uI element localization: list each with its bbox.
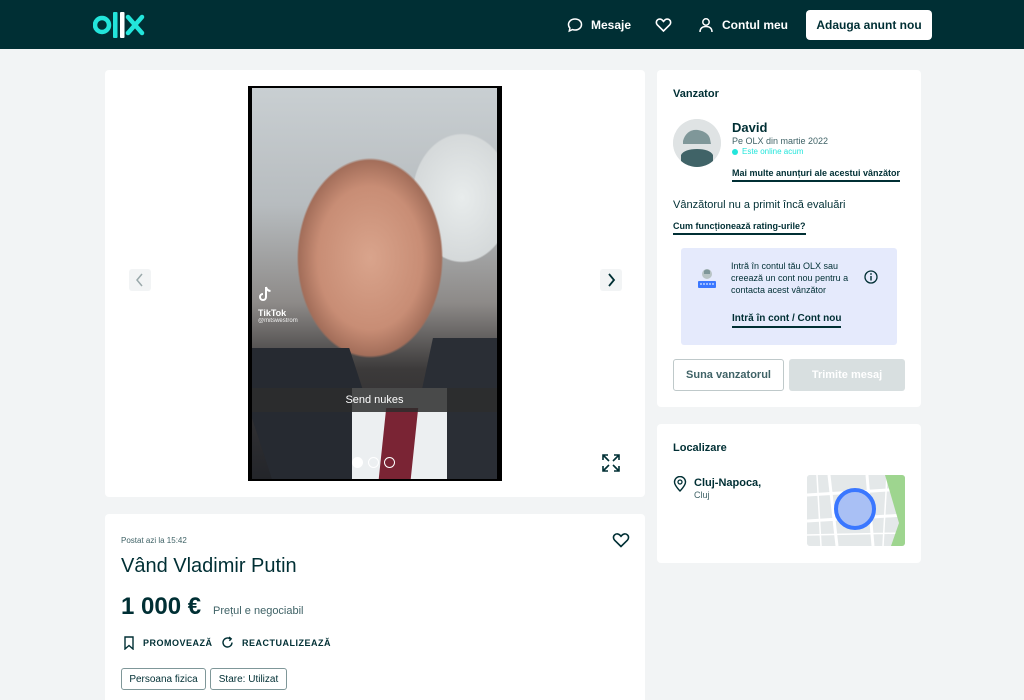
info-icon[interactable] [864,270,878,284]
user-icon [699,18,713,33]
slide-dot-1[interactable] [352,457,363,468]
refresh-label: REACTUALIZEAZĂ [242,637,331,648]
promote-label: PROMOVEAZĂ [143,638,213,648]
top-navigation-bar: Mesaje Contul meu Adauga anunt nou [0,0,1024,49]
tiktok-name: TikTok [258,308,287,318]
seller-section-title: Vanzator [673,88,719,100]
favorites-link[interactable] [655,14,672,36]
rating-info-link[interactable]: Cum funcționează rating-urile? [673,221,806,235]
ad-details: Postat azi la 15:42 Vând Vladimir Putin … [105,514,645,700]
ad-price: 1 000 € [121,593,202,620]
olx-logo[interactable] [93,10,145,40]
slide-dot-2[interactable] [368,457,379,468]
location-region: Cluj [694,490,710,500]
online-status: Este online acum [732,147,803,156]
chevron-right-icon [608,273,616,287]
login-prompt-box: Intră în contul tău OLX sau creează un c… [681,248,897,345]
bookmark-icon [124,636,134,650]
member-since: Pe OLX din martie 2022 [732,136,829,146]
post-ad-button[interactable]: Adauga anunt nou [806,10,932,40]
ad-title: Vând Vladimir Putin [121,555,297,577]
location-map[interactable] [807,475,905,546]
messages-link[interactable]: Mesaje [567,14,631,36]
refresh-button[interactable]: REACTUALIZEAZĂ [221,636,331,649]
listing-photo[interactable]: TikTok @mitswestrom Send nukes [248,86,502,481]
posted-date: Postat azi la 15:42 [121,536,187,545]
tag-seller-type: Persoana fizica [121,668,206,690]
account-illustration-icon [698,269,716,288]
send-message-button[interactable]: Trimite mesaj [789,359,905,391]
location-pin-icon [673,476,687,492]
next-image-button[interactable] [600,269,622,291]
login-link[interactable]: Intră în cont / Cont nou [732,313,842,328]
call-seller-button[interactable]: Suna vanzatorul [673,359,784,391]
seller-card: Vanzator David Pe OLX din martie 2022 Es… [657,70,921,407]
negotiable-label: Prețul e negociabil [213,605,304,617]
chevron-left-icon [136,273,143,287]
tag-condition: Stare: Utilizat [210,668,287,690]
tiktok-handle: @mitswestrom [258,318,298,324]
previous-image-button[interactable] [129,269,151,291]
map-thumbnail [807,475,905,546]
location-city: Cluj-Napoca, [694,477,762,489]
messages-label: Mesaje [591,18,632,32]
image-gallery: TikTok @mitswestrom Send nukes [105,70,645,497]
seller-name: David [732,120,768,135]
photo-content: TikTok @mitswestrom [252,88,497,479]
slide-dot-3[interactable] [384,457,395,468]
account-label: Contul meu [722,18,788,32]
heart-icon [655,18,672,33]
slide-indicator [352,457,395,468]
tiktok-watermark: TikTok @mitswestrom [258,286,298,324]
default-avatar-icon [673,119,721,167]
heart-icon[interactable] [612,531,630,549]
rating-status: Vânzătorul nu a primit încă evaluări [673,199,846,211]
more-ads-link[interactable]: Mai multe anunțuri ale acestui vânzător [732,168,901,182]
photo-caption: Send nukes [252,388,497,412]
fullscreen-icon[interactable] [600,452,622,474]
promote-button[interactable]: PROMOVEAZĂ [123,636,213,650]
refresh-icon [222,636,233,648]
online-dot-icon [732,148,738,155]
account-link[interactable]: Contul meu [698,14,788,36]
login-prompt-text: Intră în contul tău OLX sau creează un c… [731,261,849,295]
location-card: Localizare Cluj-Napoca, Cluj [657,424,921,563]
tiktok-logo-icon [259,286,271,301]
avatar[interactable] [673,119,721,167]
chat-bubble-icon [567,18,583,33]
online-label: Este online acum [742,147,804,156]
location-section-title: Localizare [673,442,727,454]
